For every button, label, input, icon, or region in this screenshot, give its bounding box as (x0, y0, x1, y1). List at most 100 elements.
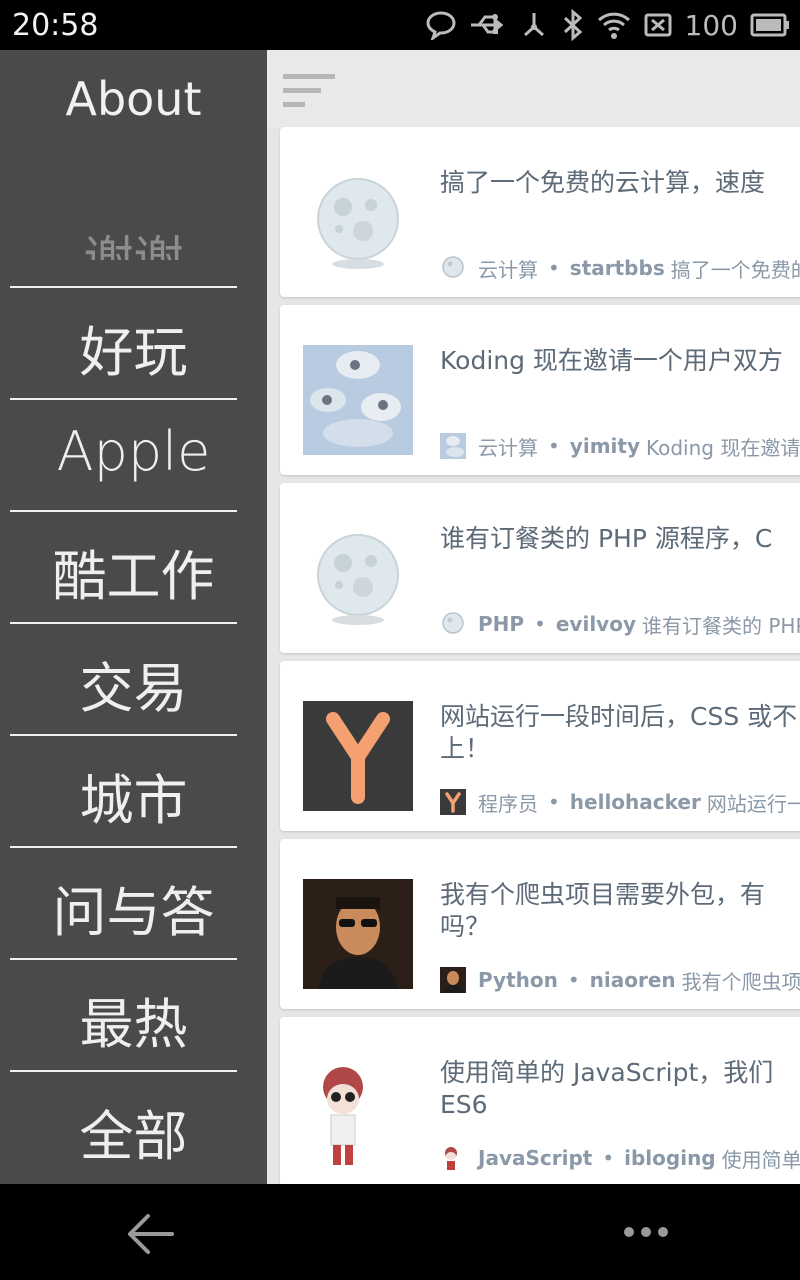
clouds-mini-icon (440, 433, 466, 459)
topic-title: Koding 现在邀请一个用户双方 (440, 346, 783, 375)
topic-card[interactable]: 谁有订餐类的 PHP 源程序，C PHP • evilvoy 谁有订餐类的 PH… (280, 483, 800, 653)
topic-excerpt: 我有个爬虫项目 (681, 969, 800, 994)
topic-meta: JavaScript • ibloging 使用简单的 (440, 1143, 800, 1173)
status-icons: 100 (425, 8, 790, 42)
meta-dot: • (602, 1146, 615, 1170)
meta-dot: • (534, 612, 546, 636)
feed-area: 搞了一个免费的云计算，速度 云计算 • startbbs 搞了一个免费的 Kod… (267, 50, 800, 1184)
drawer-title[interactable]: About (0, 72, 267, 126)
meta-dot: • (548, 434, 560, 458)
meta-dot: • (548, 256, 560, 280)
drawer-item-deals[interactable]: 交易 (0, 622, 267, 734)
topic-meta: 云计算 • startbbs 搞了一个免费的 (440, 253, 800, 283)
divider (10, 510, 237, 512)
chat-bubble-icon (425, 10, 457, 40)
drawer-item-label: 交易 (79, 657, 188, 720)
topic-meta: 云计算 • yimity Koding 现在邀请 (440, 431, 800, 461)
topic-author[interactable]: niaoren (590, 968, 676, 992)
divider (10, 1070, 237, 1072)
drawer-item-apple[interactable]: Apple (0, 398, 267, 510)
topic-excerpt: 网站运行一 (706, 791, 800, 816)
drawer-item-jobs[interactable]: 酷工作 (0, 510, 267, 622)
topic-author[interactable]: hellohacker (570, 790, 701, 814)
usb-icon (469, 11, 507, 39)
drawer-item-label: Apple (56, 420, 211, 483)
drawer-item-label: 好玩 (79, 321, 188, 384)
meta-dot: • (567, 968, 580, 992)
topic-card[interactable]: 网站运行一段时间后，CSS 或不上！ 程序员 • hellohacker 网站运… (280, 661, 800, 831)
topic-excerpt: 搞了一个免费的 (670, 257, 800, 282)
clouds-avatar (303, 345, 413, 455)
man-avatar (303, 879, 413, 989)
drawer-item-label: 城市 (79, 769, 188, 832)
topic-node[interactable]: Python (478, 968, 558, 992)
drawer-item-all[interactable]: 全部 (0, 1070, 267, 1182)
system-nav-bar (0, 1184, 800, 1280)
more-options-icon[interactable] (622, 1224, 670, 1243)
drawer-item-label: 最热 (79, 993, 188, 1056)
topic-author[interactable]: yimity (570, 434, 640, 458)
y-mini-icon (440, 789, 466, 815)
topic-author[interactable]: startbbs (570, 256, 665, 280)
divider (10, 734, 237, 736)
topic-title: 使用简单的 JavaScript，我们 ES6 (440, 1058, 774, 1119)
topic-card[interactable]: Koding 现在邀请一个用户双方 云计算 • yimity Koding 现在… (280, 305, 800, 475)
topic-title: 谁有订餐类的 PHP 源程序，C (440, 524, 773, 553)
topic-excerpt: Koding 现在邀请 (645, 435, 800, 460)
topic-meta: 程序员 • hellohacker 网站运行一 (440, 787, 800, 817)
no-sim-icon (643, 10, 673, 40)
drawer-item-haowan[interactable]: 好玩 (0, 286, 267, 398)
y-avatar (303, 701, 413, 811)
drawer-item-label: 酷工作 (52, 545, 215, 608)
topic-card[interactable]: 搞了一个免费的云计算，速度 云计算 • startbbs 搞了一个免费的 (280, 127, 800, 297)
topic-meta: PHP • evilvoy 谁有订餐类的 PHP (440, 609, 800, 639)
nav-drawer: About 谢谢 好玩 Apple 酷工作 交易 城市 问与答 最热 全部 (0, 50, 267, 1184)
topic-title: 我有个爬虫项目需要外包，有吗？ (440, 880, 766, 941)
drawer-item-label: 问与答 (52, 881, 215, 944)
topic-author[interactable]: evilvoy (556, 612, 636, 636)
moon-mini-icon (442, 256, 464, 278)
topic-node[interactable]: 云计算 (478, 432, 538, 461)
drawer-item-hot[interactable]: 最热 (0, 958, 267, 1070)
topic-title: 网站运行一段时间后，CSS 或不上！ (440, 702, 798, 763)
back-arrow-icon[interactable] (126, 1212, 176, 1260)
topic-author[interactable]: ibloging (624, 1146, 716, 1170)
divider (10, 398, 237, 400)
moon-avatar (303, 523, 413, 633)
divider (10, 622, 237, 624)
topic-meta: Python • niaoren 我有个爬虫项目 (440, 965, 800, 995)
moon-mini-icon (442, 612, 464, 634)
moon-avatar (303, 167, 413, 277)
sort-menu-icon[interactable] (283, 74, 335, 112)
topic-node[interactable]: JavaScript (478, 1146, 592, 1170)
divider (10, 846, 237, 848)
drawer-item-label: 全部 (79, 1105, 188, 1168)
topic-card[interactable]: 使用简单的 JavaScript，我们 ES6 JavaScript • ibl… (280, 1017, 800, 1184)
meta-dot: • (548, 790, 560, 814)
drawer-item-qna[interactable]: 问与答 (0, 846, 267, 958)
topic-title: 搞了一个免费的云计算，速度 (440, 168, 766, 197)
battery-level: 100 (684, 8, 738, 42)
cartoon-avatar (303, 1057, 413, 1167)
wifi-icon (597, 10, 631, 40)
top-bar (267, 50, 800, 128)
drawer-header: About (0, 50, 267, 150)
drawer-item-city[interactable]: 城市 (0, 734, 267, 846)
topic-node[interactable]: 云计算 (478, 254, 538, 283)
battery-icon (750, 12, 790, 38)
divider (10, 286, 237, 288)
bluetooth-icon (561, 9, 585, 41)
cartoon-mini-icon (440, 1145, 466, 1171)
drawer-item-label: 谢谢 (83, 231, 184, 260)
status-time: 20:58 (12, 8, 99, 43)
usb-debug-icon (519, 10, 549, 40)
status-bar: 20:58 100 (0, 0, 800, 50)
drawer-item-partial[interactable]: 谢谢 (0, 200, 267, 260)
topic-node[interactable]: 程序员 (478, 788, 538, 817)
topic-node[interactable]: PHP (478, 612, 524, 636)
topic-excerpt: 使用简单的 (721, 1147, 800, 1172)
divider (10, 958, 237, 960)
topic-card[interactable]: 我有个爬虫项目需要外包，有吗？ Python • niaoren 我有个爬虫项目 (280, 839, 800, 1009)
topic-excerpt: 谁有订餐类的 PHP (642, 613, 800, 638)
man-mini-icon (440, 967, 466, 993)
